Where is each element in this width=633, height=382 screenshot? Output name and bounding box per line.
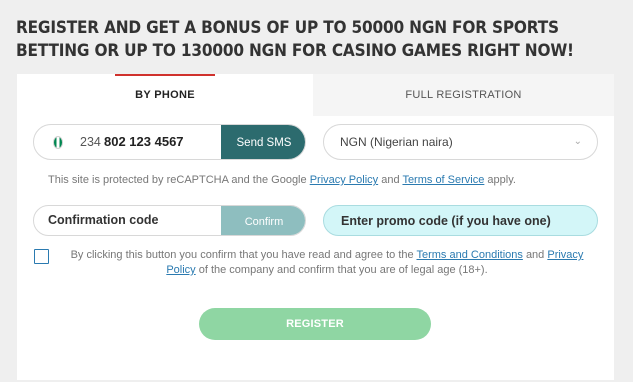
phone-field: 234 Send SMS <box>33 124 306 160</box>
tab-label: BY PHONE <box>135 89 195 101</box>
captcha-and: and <box>381 174 400 186</box>
tab-by-phone[interactable]: BY PHONE <box>17 74 313 116</box>
terms-of-service-link[interactable]: Terms of Service <box>402 174 484 186</box>
terms-and-conditions-link[interactable]: Terms and Conditions <box>416 249 522 261</box>
tab-bar: BY PHONE FULL REGISTRATION <box>17 74 614 116</box>
confirm-button[interactable]: Confirm <box>221 206 305 235</box>
recaptcha-notice: This site is protected by reCAPTCHA and … <box>48 174 516 186</box>
registration-form: BY PHONE FULL REGISTRATION 234 Send SMS … <box>17 74 614 380</box>
tab-full-registration[interactable]: FULL REGISTRATION <box>313 74 614 116</box>
confirmation-code-input[interactable]: Confirmation code <box>48 213 158 227</box>
privacy-policy-link[interactable]: Privacy Policy <box>310 174 378 186</box>
chevron-down-icon: ⌄ <box>573 136 582 147</box>
confirmation-code-field[interactable]: Confirmation code Confirm <box>33 205 306 236</box>
send-sms-button[interactable]: Send SMS <box>221 125 305 159</box>
consent-and: and <box>525 249 545 261</box>
captcha-text: This site is protected by reCAPTCHA and … <box>48 174 307 186</box>
captcha-suffix: apply. <box>487 174 516 186</box>
page-headline: REGISTER AND GET A BONUS OF UP TO 50000 … <box>16 18 574 60</box>
consent-checkbox[interactable] <box>34 249 49 264</box>
tab-label: FULL REGISTRATION <box>405 89 522 101</box>
currency-value: NGN (Nigerian naira) <box>340 135 453 149</box>
register-button[interactable]: REGISTER <box>199 308 431 340</box>
active-tab-indicator <box>115 74 215 76</box>
consent-text-part: of the company and confirm that you are … <box>198 264 488 276</box>
phone-prefix: 234 <box>80 135 101 149</box>
consent-text-part: By clicking this button you confirm that… <box>70 249 414 261</box>
consent-text: By clicking this button you confirm that… <box>57 248 597 278</box>
currency-select[interactable]: NGN (Nigerian naira) ⌄ <box>323 124 598 160</box>
promo-code-input[interactable]: Enter promo code (if you have one) <box>323 205 598 236</box>
phone-input[interactable] <box>104 134 214 149</box>
nigeria-flag-icon[interactable] <box>53 136 63 149</box>
